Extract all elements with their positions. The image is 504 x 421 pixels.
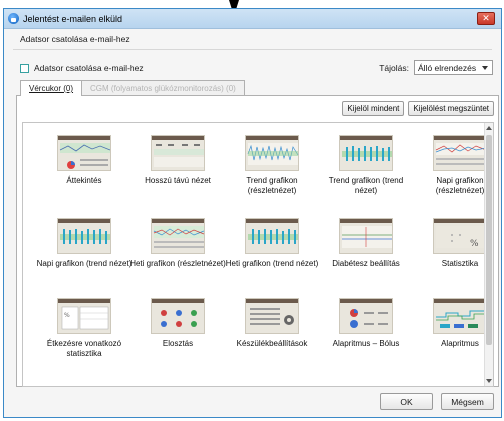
report-tile-label: Heti grafikon (trend nézet): [225, 259, 319, 268]
vertical-scrollbar[interactable]: [484, 123, 493, 386]
basal-bolus-report-icon: [339, 298, 393, 334]
select-all-button[interactable]: Kijelöl mindent: [342, 101, 405, 116]
report-grid: Áttekintés Hosszú távú nézet Trend grafiko…: [22, 122, 494, 387]
overview-report-icon: [57, 135, 111, 171]
report-tile[interactable]: Napi grafikon (trend nézet): [36, 218, 132, 269]
report-panel: Kijelöl mindent Kijelölést megszüntet Át…: [16, 95, 499, 387]
report-tile[interactable]: Heti grafikon (trend nézet): [224, 218, 320, 269]
report-tile[interactable]: Áttekintés: [36, 135, 132, 186]
attach-dataset-checkbox[interactable]: [20, 63, 29, 73]
svg-text:%: %: [64, 312, 70, 319]
report-tile[interactable]: Alapritmus: [412, 298, 493, 349]
close-icon: ✕: [482, 13, 490, 23]
report-tile[interactable]: Készülékbeállítások: [224, 298, 320, 349]
divider: [13, 49, 492, 50]
dialog-window: Jelentést e-mailen elküld ✕ Adatsor csat…: [3, 8, 502, 418]
report-tile[interactable]: Napi grafikon (részletnézet): [412, 135, 493, 195]
long-term-report-icon: [151, 135, 205, 171]
report-tile[interactable]: Trend grafikon (trend nézet): [318, 135, 414, 195]
attach-dataset-row[interactable]: Adatsor csatolása e-mail-hez: [20, 63, 144, 73]
weekly-trend-report-icon: [245, 218, 299, 254]
diabetes-settings-report-icon: [339, 218, 393, 254]
title-bar: Jelentést e-mailen elküld ✕: [4, 9, 501, 29]
tab-bar: Vércukor (0) CGM (folyamatos glükózmonit…: [20, 80, 245, 96]
close-button[interactable]: ✕: [477, 12, 495, 25]
orientation-label: Tájolás:: [379, 62, 409, 73]
report-tile-label: Diabétesz beállítás: [332, 259, 400, 268]
daily-trend-report-icon: [57, 218, 111, 254]
scroll-up-icon[interactable]: [486, 126, 492, 130]
distribution-report-icon: [151, 298, 205, 334]
dialog-footer: OK Mégsem: [380, 393, 494, 410]
deselect-all-button[interactable]: Kijelölést megszüntet: [408, 101, 494, 116]
report-tile[interactable]: % Statisztika: [412, 218, 493, 269]
attach-dataset-label: Adatsor csatolása e-mail-hez: [34, 63, 144, 73]
tab-blood-glucose[interactable]: Vércukor (0): [20, 80, 83, 96]
report-tile[interactable]: Elosztás: [130, 298, 226, 349]
scroll-down-icon[interactable]: [486, 379, 492, 383]
trend-detail-report-icon: [245, 135, 299, 171]
basal-rate-report-icon: [433, 298, 487, 334]
report-tile[interactable]: Alapritmus – Bólus: [318, 298, 414, 349]
report-tile-label: Trend grafikon (részletnézet): [246, 176, 298, 195]
weekly-detail-report-icon: [151, 218, 205, 254]
report-tile-label: Trend grafikon (trend nézet): [328, 176, 404, 195]
meal-statistics-report-icon: %: [57, 298, 111, 334]
report-tile-label: Étkezésre vonatkozó statisztika: [46, 339, 122, 358]
report-tile-label: Heti grafikon (részletnézet): [130, 259, 226, 268]
report-tile[interactable]: % Étkezésre vonatkozó statisztika: [36, 298, 132, 358]
window-title: Jelentést e-mailen elküld: [23, 13, 123, 24]
report-tile-label: Áttekintés: [66, 176, 102, 185]
report-tile[interactable]: Diabétesz beállítás: [318, 218, 414, 269]
cancel-button[interactable]: Mégsem: [441, 393, 494, 410]
device-settings-report-icon: [245, 298, 299, 334]
svg-text:%: %: [470, 239, 479, 249]
orientation-control: Tájolás: Álló elrendezés: [379, 60, 493, 75]
report-tile[interactable]: Trend grafikon (részletnézet): [224, 135, 320, 195]
report-tile-label: Napi grafikon (trend nézet): [36, 259, 132, 268]
orientation-select[interactable]: Álló elrendezés: [414, 60, 493, 75]
ok-button[interactable]: OK: [380, 393, 433, 410]
report-tile-label: Statisztika: [441, 259, 479, 268]
app-icon: [8, 13, 19, 24]
report-tile[interactable]: Hosszú távú nézet: [130, 135, 226, 186]
tab-cgm: CGM (folyamatos glükózmonitorozás) (0): [82, 80, 245, 95]
report-tile-label: Napi grafikon (részletnézet): [435, 176, 485, 195]
report-tile[interactable]: Heti grafikon (részletnézet): [130, 218, 226, 269]
scrollbar-thumb[interactable]: [486, 135, 492, 345]
section-label: Adatsor csatolása e-mail-hez: [20, 34, 130, 44]
selection-buttons: Kijelöl mindent Kijelölést megszüntet: [342, 101, 494, 116]
trend-view-report-icon: [339, 135, 393, 171]
statistics-report-icon: %: [433, 218, 487, 254]
report-tile-label: Hosszú távú nézet: [145, 176, 211, 185]
report-tile-label: Elosztás: [162, 339, 194, 348]
report-tile-label: Alapritmus: [441, 339, 479, 348]
orientation-value: Álló elrendezés: [418, 62, 477, 73]
report-tile-label: Alapritmus – Bólus: [332, 339, 400, 348]
chevron-down-icon: [482, 66, 488, 70]
daily-detail-report-icon: [433, 135, 487, 171]
report-tile-label: Készülékbeállítások: [236, 339, 308, 348]
